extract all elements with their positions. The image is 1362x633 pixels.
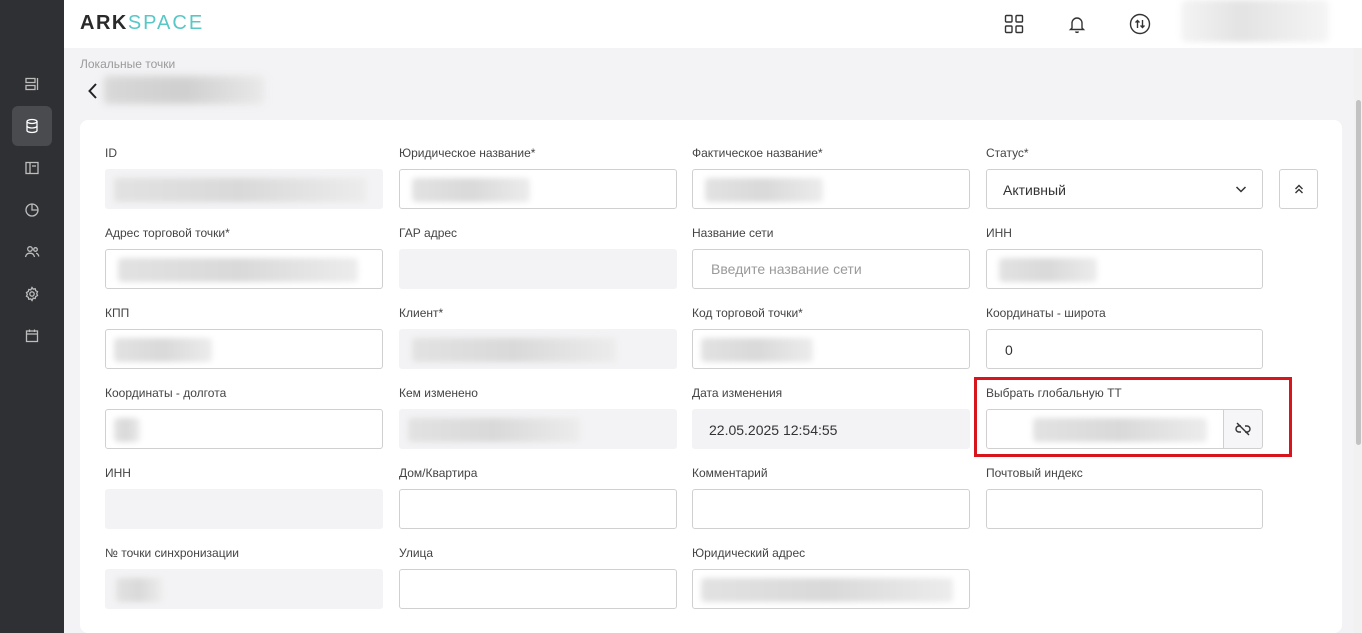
- sidebar: [0, 0, 64, 633]
- sync-point-field: [105, 569, 383, 609]
- user-menu[interactable]: [1181, 0, 1329, 42]
- inn-2-field: [105, 489, 383, 529]
- label-actual-name: Фактическое название*: [692, 146, 823, 160]
- label-sync-point: № точки синхронизации: [105, 546, 239, 560]
- back-button[interactable]: [84, 80, 102, 102]
- sync-button[interactable]: [1128, 12, 1152, 36]
- network-name-placeholder: Введите название сети: [711, 261, 862, 277]
- sidebar-item-database[interactable]: [12, 106, 52, 146]
- top-bar: ARKSPACE: [64, 0, 1362, 48]
- label-comment: Комментарий: [692, 466, 768, 480]
- label-status: Статус*: [986, 146, 1029, 160]
- latitude-input[interactable]: 0: [986, 329, 1263, 369]
- label-changed-by: Кем изменено: [399, 386, 478, 400]
- calendar-icon: [25, 329, 39, 343]
- label-postal: Почтовый индекс: [986, 466, 1083, 480]
- client-field: [399, 329, 677, 369]
- point-code-input[interactable]: [692, 329, 970, 369]
- gear-icon: [25, 286, 39, 302]
- label-changed-date: Дата изменения: [692, 386, 783, 400]
- label-network-name: Название сети: [692, 226, 774, 240]
- page-scrollbar[interactable]: [1354, 48, 1362, 633]
- database-icon: [26, 118, 38, 134]
- address-input[interactable]: [105, 249, 383, 289]
- gar-address-field: [399, 249, 677, 289]
- comment-input[interactable]: [692, 489, 970, 529]
- breadcrumb[interactable]: Локальные точки: [80, 57, 175, 71]
- list-icon: [25, 77, 39, 91]
- street-input[interactable]: [399, 569, 677, 609]
- bell-icon: [1068, 17, 1086, 34]
- sidebar-item-settings[interactable]: [12, 274, 52, 314]
- label-client: Клиент*: [399, 306, 444, 320]
- chevrons-up-icon: [1294, 184, 1303, 194]
- id-field: [105, 169, 383, 209]
- latitude-value: 0: [1005, 342, 1013, 358]
- users-icon: [24, 246, 40, 258]
- network-name-input[interactable]: Введите название сети: [692, 249, 970, 289]
- label-kpp: КПП: [105, 306, 130, 320]
- page-title: [104, 76, 264, 104]
- chevron-left-icon: [88, 83, 97, 99]
- status-select[interactable]: Активный: [986, 169, 1263, 209]
- label-inn-2: ИНН: [105, 466, 131, 480]
- logo-ark-text: ARK: [80, 12, 128, 34]
- postal-input[interactable]: [986, 489, 1263, 529]
- highlight-box: [974, 377, 1292, 457]
- pie-chart-icon: [25, 203, 39, 217]
- label-address: Адрес торговой точки*: [105, 226, 230, 240]
- notifications-button[interactable]: [1065, 12, 1089, 36]
- sidebar-item-list[interactable]: [12, 64, 52, 104]
- layout-icon: [25, 161, 39, 175]
- label-legal-name: Юридическое название*: [399, 146, 536, 160]
- status-value: Активный: [1003, 182, 1066, 198]
- chevron-down-icon: [1235, 186, 1247, 193]
- label-point-code: Код торговой точки*: [692, 306, 803, 320]
- label-house: Дом/Квартира: [399, 466, 478, 480]
- sync-arrows-icon: [1129, 13, 1151, 35]
- label-latitude: Координаты - широта: [986, 306, 1106, 320]
- longitude-input[interactable]: [105, 409, 383, 449]
- label-longitude: Координаты - долгота: [105, 386, 227, 400]
- apps-button[interactable]: [1002, 12, 1026, 36]
- changed-date-field: 22.05.2025 12:54:55: [692, 409, 970, 449]
- scrollbar-thumb[interactable]: [1356, 100, 1361, 445]
- apps-grid-icon: [1004, 14, 1024, 34]
- sidebar-item-reports[interactable]: [12, 190, 52, 230]
- label-inn: ИНН: [986, 226, 1012, 240]
- sidebar-item-calendar[interactable]: [12, 316, 52, 356]
- kpp-input[interactable]: [105, 329, 383, 369]
- house-input[interactable]: [399, 489, 677, 529]
- sidebar-item-layout[interactable]: [12, 148, 52, 188]
- sidebar-item-users[interactable]: [12, 232, 52, 272]
- changed-date-value: 22.05.2025 12:54:55: [709, 422, 838, 438]
- legal-name-input[interactable]: [399, 169, 677, 209]
- label-legal-address: Юридический адрес: [692, 546, 806, 560]
- label-id: ID: [105, 146, 117, 160]
- logo: ARKSPACE: [80, 12, 204, 35]
- logo-space-text: SPACE: [127, 12, 205, 34]
- legal-address-input[interactable]: [692, 569, 970, 609]
- inn-input[interactable]: [986, 249, 1263, 289]
- changed-by-field: [399, 409, 677, 449]
- label-street: Улица: [399, 546, 434, 560]
- actual-name-input[interactable]: [692, 169, 970, 209]
- collapse-button[interactable]: [1279, 169, 1318, 209]
- label-gar-address: ГАР адрес: [399, 226, 458, 240]
